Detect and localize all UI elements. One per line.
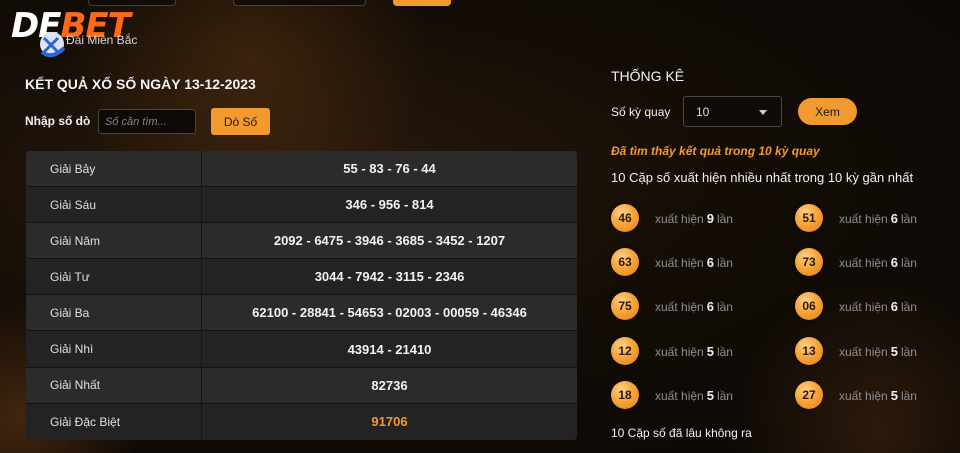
pair-item: 12 xuất hiện 5 lần (611, 337, 733, 365)
pair-item: 63 xuất hiện 6 lần (611, 248, 733, 276)
results-table: Giải Bảy 55 - 83 - 76 - 44 Giải Sáu 346 - … (26, 151, 577, 440)
prize-name: Giải Đặc Biệt (26, 403, 202, 440)
occurrence-text: xuất hiện 5 lần (655, 387, 733, 403)
table-row: Giải Bảy 55 - 83 - 76 - 44 (26, 151, 577, 188)
prize-name: Giải Nhì (26, 331, 202, 367)
pair-item: 46 xuất hiện 9 lần (611, 204, 733, 232)
occurrence-text: xuất hiện 6 lần (839, 254, 917, 270)
page-title: KẾT QUẢ XỔ SỐ NGÀY 13-12-2023 (25, 76, 256, 92)
periods-label: Số kỳ quay (611, 105, 671, 119)
periods-select-value: 10 (696, 104, 710, 119)
special-prize-number: 91706 (371, 414, 408, 430)
pair-item: 51 xuất hiện 6 lần (795, 204, 917, 232)
number-ball: 51 (795, 204, 823, 232)
number-ball: 27 (795, 381, 823, 409)
prize-numbers: 82736 (371, 377, 408, 393)
table-row: Giải Sáu 346 - 956 - 814 (26, 187, 577, 224)
number-ball: 12 (611, 337, 639, 365)
periods-select[interactable]: 10 (683, 96, 782, 127)
lottery-ball-icon (40, 32, 66, 58)
view-stats-button[interactable]: Xem (798, 98, 857, 125)
prize-numbers: 43914 - 21410 (347, 341, 432, 357)
prize-name: Giải Bảy (26, 151, 202, 187)
table-row: Giải Tư 3044 - 7942 - 3115 - 2346 (26, 259, 577, 296)
prize-numbers: 62100 - 28841 - 54653 - 02003 - 00059 - … (252, 305, 527, 321)
pair-item: 75 xuất hiện 6 lần (611, 292, 733, 320)
search-number-input[interactable] (98, 109, 196, 134)
pair-item: 27 xuất hiện 5 lần (795, 381, 917, 409)
pair-item: 06 xuất hiện 6 lần (795, 292, 917, 320)
prize-numbers: 346 - 956 - 814 (345, 197, 434, 213)
number-ball: 75 (611, 292, 639, 320)
table-row: Giải Nhất 82736 (26, 367, 577, 404)
occurrence-text: xuất hiện 6 lần (655, 298, 733, 314)
occurrence-text: xuất hiện 5 lần (839, 387, 917, 403)
occurrence-text: xuất hiện 6 lần (839, 298, 917, 314)
statistics-title: THỐNG KÊ (611, 68, 685, 84)
prize-name: Giải Nhất (26, 367, 202, 403)
number-ball: 63 (611, 248, 639, 276)
table-row: Giải Ba 62100 - 28841 - 54653 - 02003 - 0… (26, 295, 577, 332)
occurrence-text: xuất hiện 9 lần (655, 210, 733, 226)
number-ball: 46 (611, 204, 639, 232)
prize-numbers: 3044 - 7942 - 3115 - 2346 (314, 269, 465, 285)
prize-name: Giải Ba (26, 295, 202, 331)
top-filter-select[interactable] (233, 0, 366, 6)
prize-numbers: 2092 - 6475 - 3946 - 3685 - 3452 - 1207 (273, 233, 506, 249)
table-row: Giải Đặc Biệt 91706 (26, 403, 577, 440)
table-row: Giải Năm 2092 - 6475 - 3946 - 3685 - 3452… (26, 223, 577, 260)
search-number-button[interactable]: Dò Số (211, 108, 270, 135)
prize-name: Giải Tư (26, 259, 202, 295)
number-ball: 06 (795, 292, 823, 320)
number-ball: 73 (795, 248, 823, 276)
number-ball: 13 (795, 337, 823, 365)
search-label: Nhập số dò (25, 114, 91, 128)
pair-item: 18 xuất hiện 5 lần (611, 381, 733, 409)
chevron-down-icon (759, 110, 767, 115)
region-label: Đài Miền Bắc (66, 33, 138, 47)
pair-item: 13 xuất hiện 5 lần (795, 337, 917, 365)
pair-item: 73 xuất hiện 6 lần (795, 248, 917, 276)
occurrence-text: xuất hiện 6 lần (839, 210, 917, 226)
debet-logo[interactable]: DEBET (8, 4, 168, 58)
number-ball: 18 (611, 381, 639, 409)
absent-pairs-title: 10 Cặp số đã lâu không ra (611, 426, 752, 440)
prize-name: Giải Năm (26, 223, 202, 259)
top-pairs-title: 10 Cặp số xuất hiện nhiều nhất trong 10 … (611, 170, 914, 185)
top-filter-button[interactable] (393, 0, 451, 6)
prize-name: Giải Sáu (26, 187, 202, 223)
found-message: Đã tìm thấy kết quả trong 10 kỳ quay (611, 144, 820, 158)
table-row: Giải Nhì 43914 - 21410 (26, 331, 577, 368)
occurrence-text: xuất hiện 5 lần (655, 343, 733, 359)
occurrence-text: xuất hiện 6 lần (655, 254, 733, 270)
occurrence-text: xuất hiện 5 lần (839, 343, 917, 359)
prize-numbers: 55 - 83 - 76 - 44 (343, 161, 436, 177)
